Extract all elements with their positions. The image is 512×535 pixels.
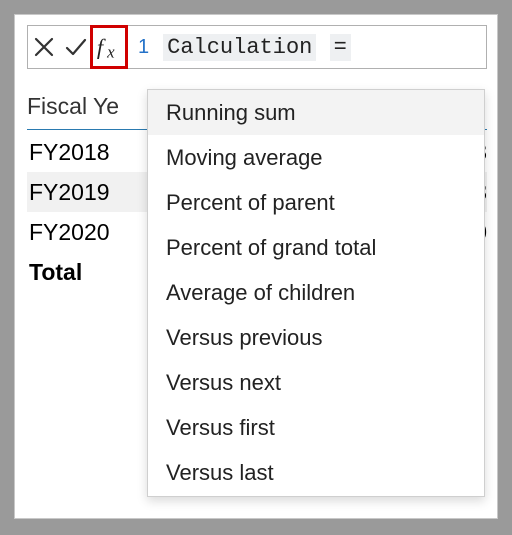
dropdown-item-label: Percent of grand total <box>166 235 376 261</box>
cancel-button[interactable] <box>28 35 60 59</box>
dropdown-item-moving-average[interactable]: Moving average <box>148 135 484 180</box>
dropdown-item-running-sum[interactable]: Running sum <box>148 90 484 135</box>
formula-expression-eq: = <box>330 34 351 61</box>
formula-line-number: 1 <box>138 36 149 59</box>
check-icon <box>64 35 88 59</box>
dropdown-item-percent-of-parent[interactable]: Percent of parent <box>148 180 484 225</box>
dropdown-item-versus-previous[interactable]: Versus previous <box>148 315 484 360</box>
formula-expression-name: Calculation <box>163 34 316 61</box>
formula-bar: f x 1 Calculation = <box>27 25 487 69</box>
dropdown-item-label: Average of children <box>166 280 355 306</box>
dropdown-item-average-of-children[interactable]: Average of children <box>148 270 484 315</box>
fx-button[interactable]: f x <box>92 29 126 65</box>
svg-text:x: x <box>106 42 115 61</box>
dropdown-item-label: Moving average <box>166 145 323 171</box>
dropdown-item-label: Versus next <box>166 370 281 396</box>
dropdown-item-percent-of-grand-total[interactable]: Percent of grand total <box>148 225 484 270</box>
formula-expression[interactable]: Calculation = <box>163 35 351 60</box>
dropdown-item-label: Percent of parent <box>166 190 335 216</box>
calculation-dropdown: Running sum Moving average Percent of pa… <box>147 89 485 497</box>
dropdown-item-label: Versus last <box>166 460 274 486</box>
dropdown-item-versus-first[interactable]: Versus first <box>148 405 484 450</box>
app-window: f x 1 Calculation = Fiscal Ye FY2018 8 F… <box>14 14 498 519</box>
dropdown-item-label: Versus previous <box>166 325 323 351</box>
svg-text:f: f <box>97 35 106 60</box>
close-icon <box>32 35 56 59</box>
dropdown-item-versus-last[interactable]: Versus last <box>148 450 484 495</box>
dropdown-item-label: Versus first <box>166 415 275 441</box>
accept-button[interactable] <box>60 35 92 59</box>
fx-icon: f x <box>94 32 124 62</box>
dropdown-item-label: Running sum <box>166 100 296 126</box>
dropdown-item-versus-next[interactable]: Versus next <box>148 360 484 405</box>
